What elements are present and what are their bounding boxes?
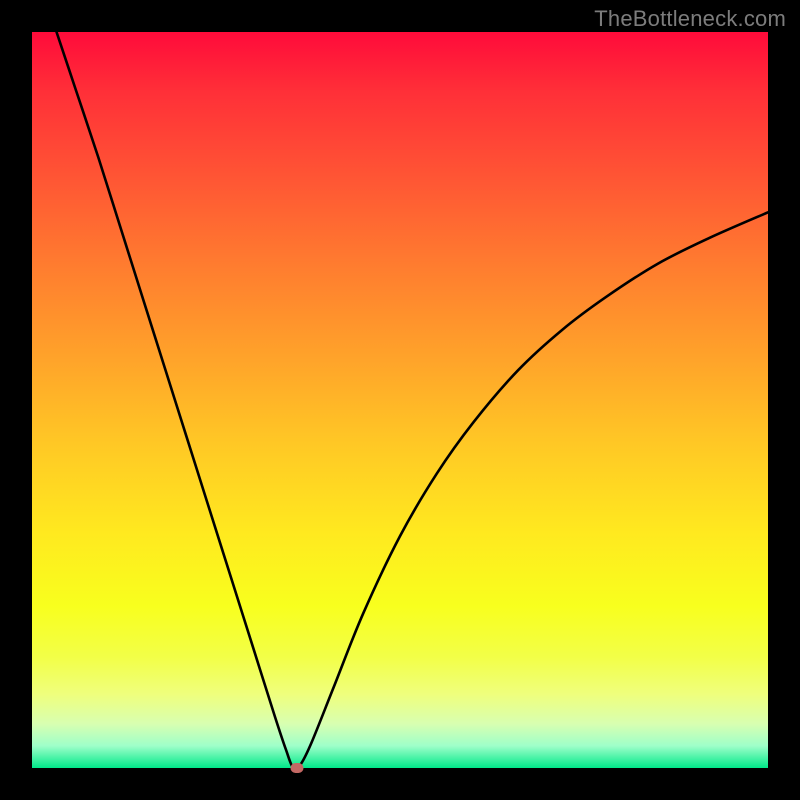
chart-frame: TheBottleneck.com	[0, 0, 800, 800]
bottleneck-curve-path	[54, 25, 768, 769]
optimal-point-marker	[290, 763, 303, 773]
watermark-text: TheBottleneck.com	[594, 6, 786, 32]
bottleneck-curve-svg	[32, 32, 768, 768]
